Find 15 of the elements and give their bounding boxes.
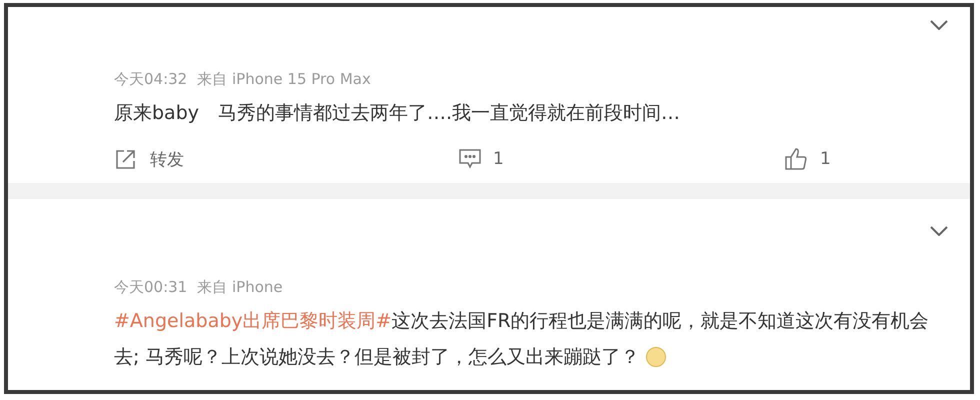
- chevron-down-icon[interactable]: [930, 20, 948, 30]
- share-icon: [114, 147, 138, 171]
- comment-time: 今天00:31: [114, 277, 188, 297]
- comment-source: 来自 iPhone: [197, 277, 283, 297]
- like-button[interactable]: 1: [784, 147, 831, 171]
- thumbs-up-icon: [784, 147, 808, 171]
- repost-button[interactable]: 转发: [114, 147, 184, 171]
- comment-icon: [459, 149, 481, 169]
- hashtag-link[interactable]: #Angelababy出席巴黎时装周#: [114, 310, 392, 332]
- comment-time: 今天04:32: [114, 69, 188, 89]
- chevron-down-icon[interactable]: [930, 226, 948, 236]
- comment-text: 原来baby 马秀的事情都过去两年了….我一直觉得就在前段时间…: [114, 101, 682, 126]
- comment-button[interactable]: 1: [459, 147, 504, 171]
- comment-text: #Angelababy出席巴黎时装周#这次去法国FR的行程也是满满的呢，就是不知道这次有没有机会去; 马秀呢？上次说她没去？但是被封了，怎么又出来蹦跶了？: [114, 309, 930, 370]
- comment-source: 来自 iPhone 15 Pro Max: [197, 69, 371, 89]
